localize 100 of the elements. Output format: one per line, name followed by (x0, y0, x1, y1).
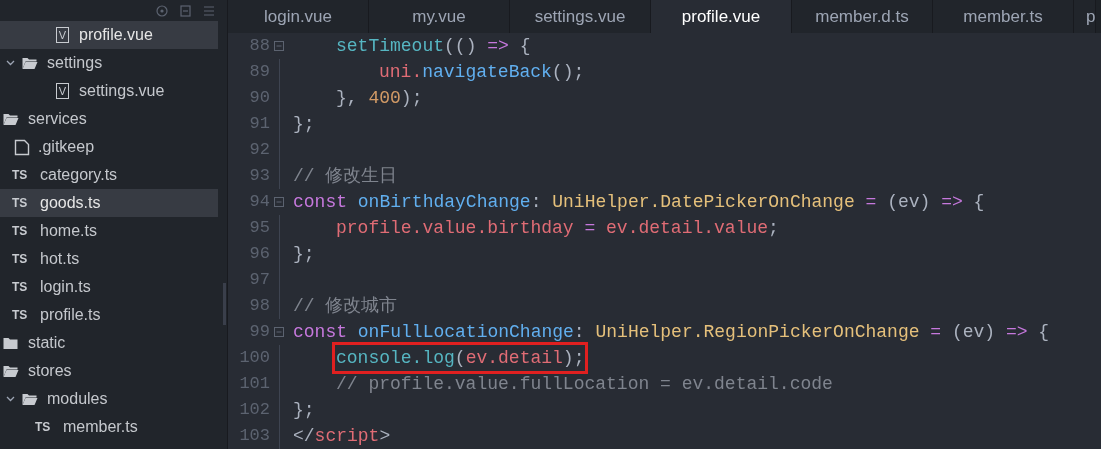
item-label: goods.ts (40, 193, 101, 213)
fold-icon[interactable] (274, 41, 284, 51)
editor-tab[interactable]: profile.vue (651, 0, 792, 33)
item-label: static (28, 333, 66, 353)
editor-tab[interactable]: my.vue (369, 0, 510, 33)
line-number: 93 (248, 165, 270, 188)
file-item[interactable]: TS login.ts (0, 273, 218, 301)
ts-file-icon: TS (12, 250, 32, 268)
line-number: 99 (248, 321, 270, 344)
fold-icon[interactable] (274, 327, 284, 337)
file-item[interactable]: TS home.ts (0, 217, 218, 245)
vue-file-icon: V (56, 27, 69, 43)
code-token: (); (551, 60, 585, 84)
folder-item[interactable]: static (0, 329, 218, 357)
code-token: profile.value.birthday (336, 216, 574, 240)
code-token: 400 (367, 86, 401, 110)
item-label: modules (47, 389, 108, 409)
line-number: 95 (248, 217, 270, 240)
code-token: > (379, 424, 391, 448)
code-token: }; (293, 242, 315, 266)
code-token: : (573, 320, 585, 344)
folder-item[interactable]: stores (0, 357, 218, 385)
code-token: ev.detail.value (605, 216, 769, 240)
line-number: 90 (248, 87, 270, 110)
code-token: => (940, 190, 963, 214)
code-token: { (972, 190, 985, 214)
folder-item[interactable]: settings (0, 49, 218, 77)
ts-file-icon: TS (12, 166, 32, 184)
code-token: { (518, 34, 531, 58)
editor-tab[interactable]: member.d.ts (792, 0, 933, 33)
code-token: // profile.value.fullLocation = ev.detail.code (336, 372, 833, 396)
ts-file-icon: TS (12, 194, 32, 212)
folder-item[interactable]: modules (0, 385, 218, 413)
line-number: 91 (248, 113, 270, 136)
editor-tab[interactable]: settings.vue (510, 0, 651, 33)
folder-icon (21, 391, 39, 407)
code-token: script (314, 424, 380, 448)
editor-tab[interactable]: p (1074, 0, 1097, 33)
menu-icon[interactable] (203, 4, 215, 17)
vue-file-icon: V (56, 83, 69, 99)
code-token: </ (293, 424, 315, 448)
code-token: }; (293, 398, 315, 422)
item-label: settings (47, 53, 103, 73)
line-number: 92 (248, 139, 270, 162)
item-label: .gitkeep (38, 137, 95, 157)
code-token: => (1004, 320, 1028, 344)
line-number: 98 (248, 295, 270, 318)
code-token: (ev) (950, 320, 996, 344)
code-token: const (293, 190, 347, 214)
file-item[interactable]: TS goods.ts (0, 189, 218, 217)
code-token: = (864, 190, 877, 214)
file-item[interactable]: V profile.vue (0, 21, 218, 49)
code-token: }; (293, 112, 315, 136)
line-number: 100 (238, 347, 270, 370)
code-token: => (486, 34, 509, 58)
file-item[interactable]: TS hot.ts (0, 245, 218, 273)
file-item[interactable]: TS profile.ts (0, 301, 218, 329)
item-label: profile.ts (40, 305, 101, 325)
chevron-icon[interactable] (6, 396, 15, 402)
locate-icon[interactable] (156, 4, 168, 17)
code-token: onBirthdayChange (356, 190, 531, 214)
code-token: (() (444, 34, 477, 58)
fold-icon[interactable] (274, 197, 284, 207)
code-token: }, (336, 86, 358, 110)
item-label: login.ts (40, 277, 91, 297)
code-token: uni. (379, 60, 423, 84)
file-item[interactable]: TS member.ts (0, 413, 218, 441)
item-label: services (28, 109, 87, 129)
ts-file-icon: TS (35, 418, 55, 436)
code-token: onFullLocationChange (356, 320, 574, 344)
folder-item[interactable]: services (0, 105, 218, 133)
file-item[interactable]: .gitkeep (0, 133, 218, 161)
editor-tab[interactable]: login.vue (228, 0, 369, 33)
code-token: = (929, 320, 942, 344)
code-token: ev.detail (465, 346, 563, 370)
folder-icon (21, 55, 39, 71)
code-token: = (583, 216, 596, 240)
item-label: home.ts (40, 221, 97, 241)
item-label: stores (28, 361, 72, 381)
code-token: ; (768, 216, 779, 240)
line-number: 89 (248, 61, 270, 84)
scrollbar[interactable] (223, 283, 226, 325)
code-token: const (293, 320, 347, 344)
editor-tab[interactable]: member.ts (933, 0, 1074, 33)
file-item[interactable]: V settings.vue (0, 77, 218, 105)
ts-file-icon: TS (12, 278, 32, 296)
line-number: 102 (238, 399, 270, 422)
collapse-icon[interactable] (180, 4, 191, 17)
ts-file-icon: TS (12, 222, 32, 240)
code-token: // 修改城市 (293, 294, 398, 318)
item-label: profile.vue (79, 25, 153, 45)
code-token: ( (454, 346, 466, 370)
chevron-icon[interactable] (6, 60, 15, 66)
code-token: { (1037, 320, 1050, 344)
code-token: ); (400, 86, 423, 110)
code-token: UniHelper.DatePickerOnChange (551, 190, 855, 214)
ts-file-icon: TS (12, 306, 32, 324)
line-number: 96 (248, 243, 270, 266)
code-token: : (530, 190, 542, 214)
file-item[interactable]: TS category.ts (0, 161, 218, 189)
